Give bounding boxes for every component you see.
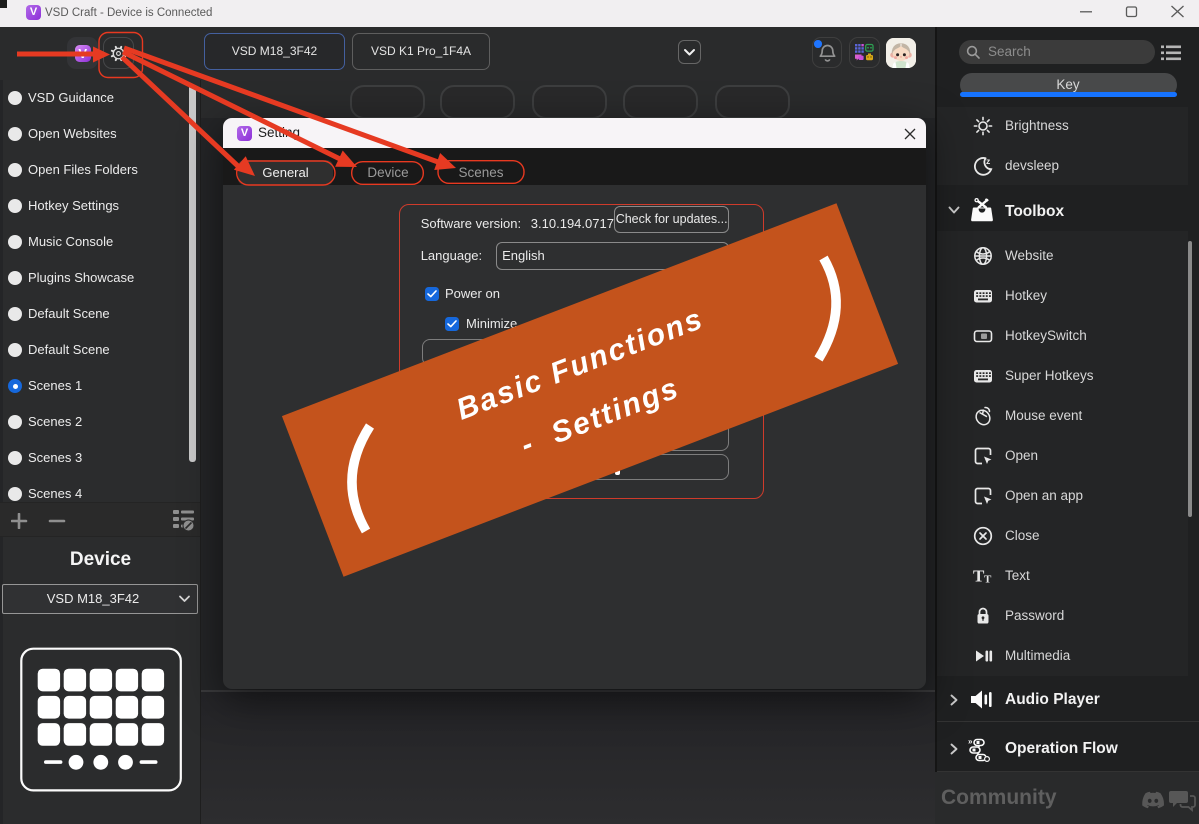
svg-text:z: z [986,156,990,166]
svg-text:»: » [968,737,973,746]
svg-text:T: T [984,573,992,585]
